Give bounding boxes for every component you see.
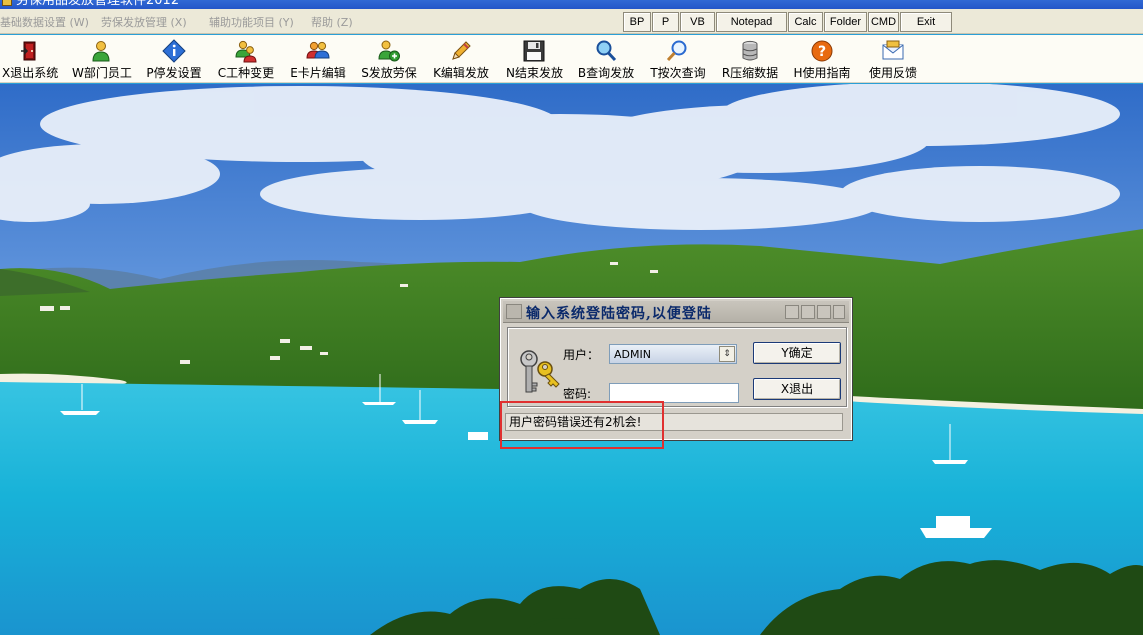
close-button[interactable] — [817, 305, 831, 319]
quick-vb-button[interactable]: VB — [680, 12, 715, 32]
confirm-button[interactable]: Y确定 — [753, 342, 841, 364]
search-icon — [596, 40, 617, 62]
exit-door-icon — [21, 41, 36, 61]
tool-user-guide[interactable]: ? H使用指南 — [793, 37, 851, 81]
password-field[interactable] — [609, 383, 739, 403]
quick-calc-button[interactable]: Calc — [788, 12, 823, 32]
login-dialog-title: 输入系统登陆密码,以便登陆 — [526, 306, 712, 322]
quick-notepad-button[interactable]: Notepad — [716, 12, 787, 32]
quick-p-button[interactable]: P — [652, 12, 679, 32]
tool-department-staff-label: W部门员工 — [72, 66, 132, 80]
magnifier-icon — [666, 40, 687, 62]
tool-compress-data[interactable]: R压缩数据 — [721, 37, 779, 81]
tool-compress-data-label: R压缩数据 — [721, 66, 779, 80]
user-label: 用户： — [563, 348, 600, 362]
quick-exit-button[interactable]: Exit — [900, 12, 952, 32]
tool-query-issue-label: B查询发放 — [577, 66, 635, 80]
mail-icon — [882, 40, 904, 60]
tool-query-by-time-label: T按次查询 — [650, 66, 706, 80]
tool-card-edit[interactable]: E卡片编辑 — [289, 37, 347, 81]
exit-button[interactable]: X退出 — [753, 378, 841, 400]
window-titlebar: 劳保用品发放管理软件2012 — [0, 0, 1143, 9]
card-edit-icon — [306, 41, 330, 59]
database-icon — [742, 40, 758, 61]
tool-feedback[interactable]: 使用反馈 — [867, 37, 919, 81]
minimize-button[interactable] — [785, 305, 799, 319]
maximize-button[interactable] — [801, 305, 815, 319]
svg-text:?: ? — [818, 44, 826, 60]
tool-edit-issue[interactable]: K编辑发放 — [433, 37, 489, 81]
tool-query-issue[interactable]: B查询发放 — [577, 37, 635, 81]
tool-job-change[interactable]: C工种变更 — [217, 37, 275, 81]
keys-icon — [520, 350, 560, 393]
tool-end-issue[interactable]: N结束发放 — [506, 37, 563, 81]
window-title: 劳保用品发放管理软件2012 — [16, 0, 180, 8]
tool-feedback-label: 使用反馈 — [868, 66, 917, 80]
tool-card-edit-label: E卡片编辑 — [290, 66, 346, 80]
quick-cmd-button[interactable]: CMD — [868, 12, 899, 32]
tool-edit-issue-label: K编辑发放 — [433, 66, 489, 80]
user-add-icon — [378, 40, 400, 62]
tool-issue-supplies[interactable]: S发放劳保 — [361, 37, 417, 81]
app-icon — [2, 0, 12, 6]
quick-folder-button[interactable]: Folder — [824, 12, 867, 32]
error-highlight-box — [500, 401, 664, 449]
password-label: 密码: — [563, 387, 592, 401]
help-icon: ? — [811, 40, 833, 62]
quick-bp-button[interactable]: BP — [623, 12, 651, 32]
quick-launch-bar: BP P VB Notepad Calc Folder CMD Exit — [623, 12, 953, 32]
help-button[interactable] — [833, 305, 845, 319]
tool-user-guide-label: H使用指南 — [793, 66, 851, 80]
menu-basic-data[interactable]: 基础数据设置 (W) — [0, 14, 89, 30]
menu-bar: 基础数据设置 (W) 劳保发放管理 (X) 辅助功能项目 (Y) 帮助 (Z) … — [0, 9, 1143, 34]
user-select-value: ADMIN — [614, 348, 651, 361]
users-change-icon — [235, 40, 257, 63]
info-icon — [162, 39, 186, 63]
menu-distribution[interactable]: 劳保发放管理 (X) — [101, 14, 187, 30]
chevron-down-icon[interactable]: ⇕ — [719, 346, 735, 362]
tool-department-staff[interactable]: W部门员工 — [72, 37, 132, 81]
tool-end-issue-label: N结束发放 — [506, 66, 563, 80]
tool-issue-supplies-label: S发放劳保 — [361, 66, 417, 80]
tool-stop-setting[interactable]: P停发设置 — [146, 37, 202, 81]
tool-job-change-label: C工种变更 — [217, 66, 275, 80]
dialog-system-icon[interactable] — [506, 304, 522, 319]
tool-exit-system[interactable]: X退出系统 — [2, 37, 58, 81]
employee-icon — [92, 41, 110, 62]
tool-query-by-time[interactable]: T按次查询 — [649, 37, 707, 81]
menu-help[interactable]: 帮助 (Z) — [311, 14, 353, 30]
login-dialog-titlebar[interactable]: 输入系统登陆密码,以便登陆 — [503, 301, 849, 323]
tool-stop-setting-label: P停发设置 — [146, 66, 202, 80]
menu-auxiliary[interactable]: 辅助功能项目 (Y) — [209, 14, 294, 30]
pencil-icon — [452, 41, 471, 60]
main-toolbar: X退出系统 W部门员工 P停发设置 C工种变更 E卡片编辑 S发放劳保 K编辑发… — [0, 35, 1143, 83]
floppy-disk-icon — [523, 40, 545, 62]
tool-exit-system-label: X退出系统 — [2, 66, 59, 80]
user-select[interactable]: ADMIN ⇕ — [609, 344, 737, 364]
